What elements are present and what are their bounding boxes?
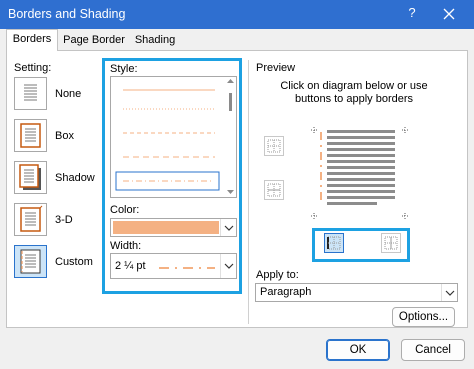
close-icon (443, 8, 455, 20)
options-button-label: Options... (398, 311, 449, 323)
border-right-icon (384, 236, 398, 250)
color-swatch (113, 221, 219, 234)
close-button[interactable] (436, 2, 462, 26)
left-border-button[interactable] (324, 233, 344, 253)
apply-to-label: Apply to: (256, 269, 299, 281)
preview-page (311, 127, 408, 219)
preview-diagram[interactable] (301, 118, 420, 226)
chevron-down-icon (224, 263, 234, 269)
setting-3d-button[interactable] (14, 203, 47, 236)
tab-shading[interactable]: Shading (130, 31, 180, 51)
ok-button[interactable]: OK (326, 339, 390, 361)
setting-none-label: None (55, 88, 82, 100)
scroll-down-icon[interactable] (227, 190, 234, 194)
width-value: 2 ¼ pt (115, 260, 146, 272)
dialog-body: Borders Page Border Shading Setting: Non… (0, 29, 474, 369)
ok-button-label: OK (349, 344, 367, 356)
help-button[interactable]: ? (404, 5, 420, 23)
color-label: Color: (110, 204, 140, 216)
apply-to-value: Paragraph (260, 286, 312, 298)
setting-3d-label: 3-D (55, 214, 73, 226)
middle-border-button[interactable] (264, 180, 284, 200)
preview-instructions: Click on diagram below or use buttons to… (280, 80, 428, 105)
scroll-up-icon[interactable] (227, 79, 234, 83)
setting-label: Setting: (14, 62, 52, 74)
setting-custom-icon (20, 249, 41, 274)
setting-box-label: Box (55, 130, 74, 142)
section-divider (248, 60, 249, 324)
title-bar: Borders and Shading ? (0, 0, 474, 29)
width-dropdown[interactable]: 2 ¼ pt (110, 253, 237, 279)
setting-none-icon (24, 84, 37, 101)
style-listbox[interactable] (110, 76, 237, 198)
border-inside-icon (267, 183, 281, 197)
setting-box-button[interactable] (14, 119, 47, 152)
tab-borders[interactable]: Borders (6, 29, 58, 51)
setting-shadow-label: Shadow (55, 172, 95, 184)
setting-box-icon (20, 123, 41, 148)
apply-to-dropdown[interactable]: Paragraph (255, 283, 458, 302)
style-line-samples (115, 79, 234, 194)
tab-shading-label: Shading (134, 34, 176, 46)
setting-none-button[interactable] (14, 77, 47, 110)
width-label: Width: (110, 240, 142, 252)
border-left-icon (327, 236, 341, 250)
style-scrollbar-thumb[interactable] (229, 93, 232, 111)
tab-page-border[interactable]: Page Border (60, 31, 128, 51)
dialog-title: Borders and Shading (8, 7, 126, 21)
chevron-down-icon (445, 290, 455, 296)
top-border-button[interactable] (264, 136, 284, 156)
style-label: Style: (110, 63, 138, 75)
tab-borders-label: Borders (12, 33, 52, 45)
tab-page-border-label: Page Border (63, 34, 125, 46)
setting-custom-button[interactable] (14, 245, 47, 278)
setting-custom-label: Custom (55, 256, 93, 268)
chevron-down-icon (224, 225, 234, 231)
options-button[interactable]: Options... (392, 307, 455, 327)
cancel-button[interactable]: Cancel (401, 339, 465, 361)
setting-shadow-icon (19, 164, 41, 190)
setting-shadow-button[interactable] (14, 161, 47, 194)
right-border-button[interactable] (381, 233, 401, 253)
width-line-sample (159, 267, 215, 269)
preview-label: Preview (256, 62, 296, 74)
border-top-icon (267, 139, 281, 153)
cancel-button-label: Cancel (415, 344, 451, 356)
setting-3d-icon (20, 205, 43, 232)
color-dropdown[interactable] (110, 218, 237, 237)
